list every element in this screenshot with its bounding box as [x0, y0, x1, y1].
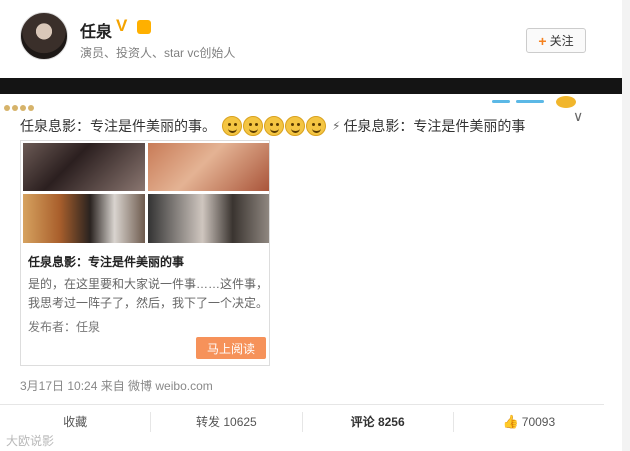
follow-label: 关注: [549, 34, 574, 48]
smile-emoji-icon: [222, 116, 242, 136]
weibo-post: ∨ 任泉息影：专注是件美丽的事。 ⚡ 任泉息影：专注是件美丽的事 任泉息影：专注…: [0, 94, 622, 404]
photo-1: [23, 143, 145, 191]
repost-button[interactable]: 转发 10625: [151, 411, 303, 432]
photo-grid: [23, 143, 269, 243]
decoration-right-icon: [492, 96, 582, 110]
card-desc-line1: 是的，在这里要和大家说一件事……这件事，: [28, 277, 269, 291]
vip-icon: [137, 20, 151, 34]
screenshot-frame: 任泉 V 演员、投资人、star vc创始人 + 关注 ∨ 任泉息影：专注是件美…: [0, 0, 630, 451]
black-divider-bar: [0, 78, 622, 94]
avatar[interactable]: [20, 12, 68, 60]
repost-label: 转发 10625: [196, 415, 257, 429]
card-title: 任泉息影：专注是件美丽的事: [28, 255, 185, 269]
smile-emoji-icon: [285, 116, 305, 136]
chevron-down-icon[interactable]: ∨: [573, 108, 583, 125]
card-description: 是的，在这里要和大家说一件事……这件事， 我思考过一阵子了，然后，我下了一个决定…: [28, 275, 268, 313]
emoji-row: [222, 116, 326, 136]
comment-label: 评论 8256: [350, 415, 405, 429]
smile-emoji-icon: [264, 116, 284, 136]
plus-icon: +: [538, 32, 547, 49]
like-button[interactable]: 👍 70093: [454, 412, 604, 432]
post-text-suffix[interactable]: 任泉息影：专注是件美丽的事: [343, 116, 525, 136]
read-now-button[interactable]: 马上阅读: [196, 337, 266, 359]
collect-button[interactable]: 收藏: [0, 411, 152, 432]
photo-2: [148, 143, 269, 191]
post-meta: 3月17日 10:24 来自 微博 weibo.com: [20, 379, 213, 393]
profile-header: 任泉 V 演员、投资人、star vc创始人 + 关注: [0, 0, 622, 78]
card-author: 发布者：任泉: [28, 320, 101, 334]
verified-icon: V: [116, 16, 128, 35]
right-edge: [622, 0, 630, 451]
like-count: 70093: [521, 414, 556, 429]
follow-button[interactable]: + 关注: [526, 28, 586, 53]
post-text: 任泉息影：专注是件美丽的事。 ⚡ 任泉息影：专注是件美丽的事: [20, 116, 525, 136]
post-actions: 收藏 转发 10625 评论 8256 👍 70093: [0, 404, 604, 438]
decoration-left-icon: [4, 98, 44, 111]
smile-emoji-icon: [243, 116, 263, 136]
smile-emoji-icon: [306, 116, 326, 136]
profile-description: 演员、投资人、star vc创始人: [80, 46, 236, 60]
profile-name[interactable]: 任泉: [80, 18, 112, 42]
photo-3: [23, 194, 145, 243]
photo-4: [148, 194, 269, 243]
card-desc-line2: 我思考过一阵子了，然后，我下了一个决定。: [28, 296, 269, 310]
collect-label: 收藏: [63, 415, 88, 429]
comment-button[interactable]: 评论 8256: [303, 411, 454, 432]
post-text-prefix: 任泉息影：专注是件美丽的事。: [20, 118, 216, 134]
thumbs-up-icon: 👍: [502, 413, 519, 429]
lightning-icon: ⚡: [332, 119, 341, 133]
watermark: 大欧说影: [6, 434, 55, 448]
article-card[interactable]: 任泉息影：专注是件美丽的事 是的，在这里要和大家说一件事……这件事， 我思考过一…: [20, 140, 270, 366]
